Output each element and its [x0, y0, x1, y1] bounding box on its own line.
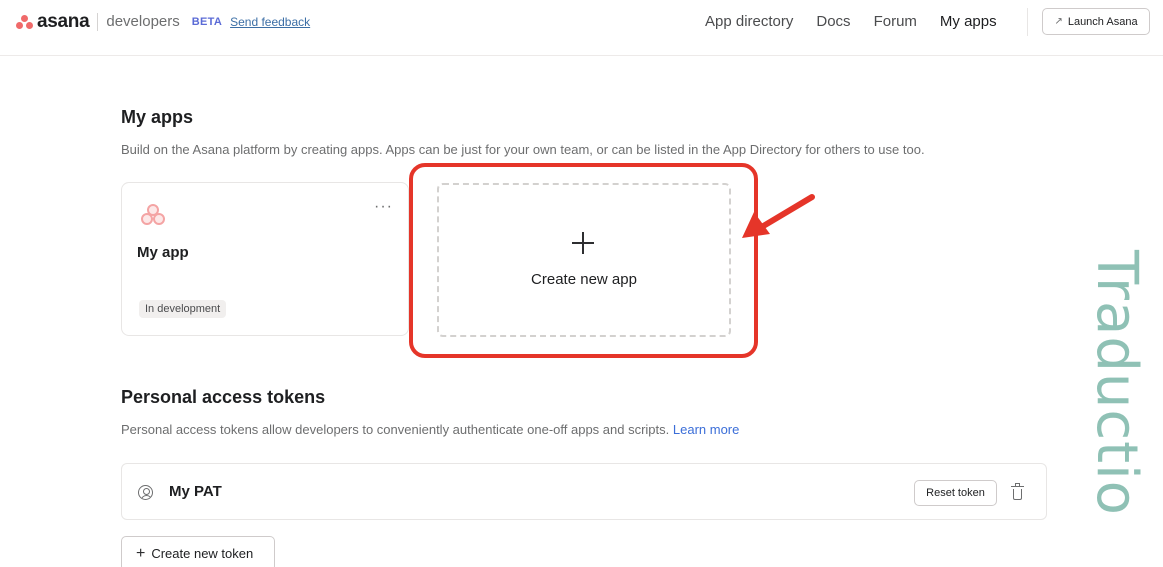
user-icon [138, 485, 153, 500]
watermark-text: Traductio [1084, 250, 1149, 516]
my-apps-heading: My apps [121, 107, 194, 127]
reset-token-button[interactable]: Reset token [914, 480, 997, 506]
highlight-box [409, 163, 758, 358]
tokens-description: Personal access tokens allow developers … [121, 422, 739, 437]
annotation-arrow-icon [742, 194, 815, 238]
nav-app-directory[interactable]: App directory [705, 12, 793, 32]
plus-icon: + [136, 544, 146, 562]
my-apps-description: Build on the Asana platform by creating … [121, 142, 925, 157]
app-name: My app [137, 244, 189, 261]
launch-asana-label: Launch Asana [1067, 15, 1138, 28]
brand-divider [97, 13, 99, 31]
app-icon [140, 204, 166, 228]
nav-docs[interactable]: Docs [816, 12, 850, 32]
tokens-description-text: Personal access tokens allow developers … [121, 422, 670, 437]
brand-name: asana [37, 11, 90, 32]
token-name: My PAT [169, 483, 222, 500]
app-card[interactable]: ··· My app In development [121, 182, 409, 336]
beta-badge: BETA [191, 16, 223, 28]
brand-subtitle: developers [106, 13, 180, 30]
learn-more-link[interactable]: Learn more [673, 422, 739, 437]
tokens-heading: Personal access tokens [121, 387, 326, 407]
app-status-badge: In development [139, 300, 227, 318]
more-options-icon[interactable]: ··· [374, 199, 393, 215]
brand-logo[interactable]: asana developers BETA Send feedback [16, 12, 310, 32]
asana-logo-icon [16, 15, 34, 29]
main-nav: App directory Docs Forum My apps [705, 12, 997, 32]
nav-my-apps[interactable]: My apps [940, 12, 997, 32]
create-new-token-label: Create new token [151, 546, 254, 561]
launch-asana-button[interactable]: ↗ Launch Asana [1042, 8, 1150, 35]
developer-console-page: asana developers BETA Send feedback App … [0, 0, 1163, 567]
external-link-icon: ↗ [1054, 16, 1063, 27]
token-row: My PAT Reset token [121, 463, 1047, 520]
trash-icon[interactable] [1011, 483, 1024, 501]
create-new-token-button[interactable]: + Create new token [121, 536, 275, 567]
send-feedback-link[interactable]: Send feedback [230, 12, 310, 32]
nav-forum[interactable]: Forum [874, 12, 917, 32]
top-nav: asana developers BETA Send feedback App … [0, 0, 1163, 56]
nav-divider [1027, 8, 1028, 36]
